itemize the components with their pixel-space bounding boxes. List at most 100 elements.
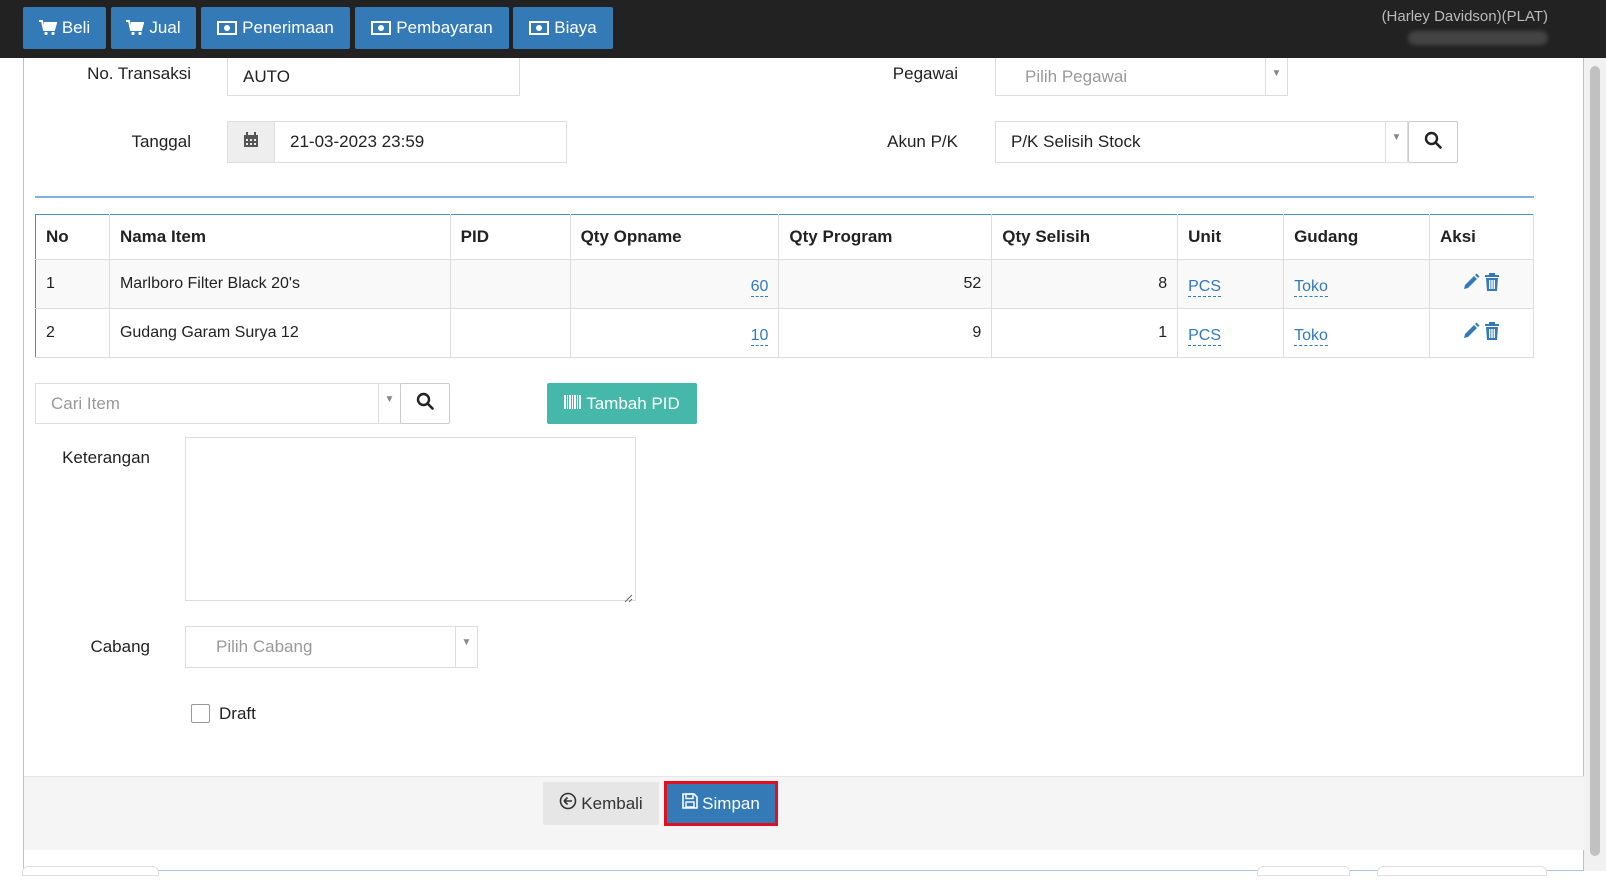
cell-gudang: Toko bbox=[1283, 308, 1430, 358]
table-header-row: No Nama Item PID Qty Opname Qty Program … bbox=[35, 214, 1535, 260]
column-header-unit: Unit bbox=[1177, 214, 1285, 260]
chevron-down-icon: ▼ bbox=[455, 627, 477, 667]
user-info[interactable]: (Harley Davidson)(PLAT) bbox=[1382, 8, 1548, 45]
draft-checkbox[interactable] bbox=[191, 704, 210, 723]
calendar-icon bbox=[243, 131, 259, 153]
blurred-email bbox=[1408, 31, 1548, 45]
akun-pk-value: P/K Selisih Stock bbox=[1011, 132, 1141, 151]
column-header-no: No bbox=[35, 214, 110, 260]
cell-qty-program: 52 bbox=[778, 259, 993, 309]
column-header-gudang: Gudang bbox=[1283, 214, 1430, 260]
tanggal-label: Tanggal bbox=[131, 132, 191, 151]
nav-button-beli[interactable]: Beli bbox=[23, 7, 106, 49]
gudang-editable[interactable]: Toko bbox=[1294, 278, 1328, 297]
delete-trash-icon[interactable] bbox=[1484, 321, 1500, 345]
money-icon bbox=[529, 21, 550, 35]
simpan-label: Simpan bbox=[702, 793, 760, 813]
chevron-down-icon: ▼ bbox=[1265, 58, 1287, 95]
cell-nama-item: Gudang Garam Surya 12 bbox=[109, 308, 451, 358]
cell-pid bbox=[450, 259, 571, 309]
simpan-button[interactable]: Simpan bbox=[664, 781, 778, 826]
no-transaksi-value: AUTO bbox=[243, 66, 290, 86]
cari-item-select[interactable]: Cari Item ▼ bbox=[35, 383, 401, 424]
cart-icon bbox=[126, 20, 145, 36]
cart-icon bbox=[38, 20, 57, 36]
nav-button-label: Pembayaran bbox=[396, 18, 493, 37]
keterangan-textarea[interactable] bbox=[185, 437, 636, 603]
top-navbar: Beli Jual Penerimaan Pembayaran Biaya (H… bbox=[0, 0, 1606, 58]
section-divider bbox=[35, 196, 1534, 198]
unit-editable[interactable]: PCS bbox=[1188, 327, 1222, 346]
edit-pencil-icon[interactable] bbox=[1462, 322, 1480, 345]
no-transaksi-label: No. Transaksi bbox=[87, 64, 191, 83]
column-header-pid: PID bbox=[450, 214, 571, 260]
cari-item-placeholder: Cari Item bbox=[51, 393, 120, 413]
akun-pk-select[interactable]: P/K Selisih Stock ▼ bbox=[995, 121, 1408, 163]
cell-no: 2 bbox=[35, 308, 110, 358]
barcode-icon bbox=[564, 394, 582, 414]
column-header-qty-opname: Qty Opname bbox=[570, 214, 780, 260]
akun-pk-label: Akun P/K bbox=[887, 132, 958, 151]
nav-button-label: Biaya bbox=[554, 18, 597, 37]
tanggal-input[interactable]: 21-03-2023 23:59 bbox=[274, 121, 567, 163]
no-transaksi-input[interactable]: AUTO bbox=[227, 58, 520, 96]
column-header-qty-program: Qty Program bbox=[778, 214, 993, 260]
company-name: (Harley Davidson)(PLAT) bbox=[1381, 8, 1548, 25]
cell-qty-opname: 60 bbox=[570, 259, 780, 309]
kembali-label: Kembali bbox=[581, 793, 643, 813]
nav-button-label: Jual bbox=[149, 18, 181, 37]
calendar-button[interactable] bbox=[227, 121, 275, 163]
pegawai-select[interactable]: Pilih Pegawai ▼ bbox=[995, 58, 1288, 96]
arrow-circle-left-icon bbox=[559, 792, 577, 815]
cell-unit: PCS bbox=[1177, 308, 1285, 358]
money-icon bbox=[217, 21, 238, 35]
cell-qty-selisih: 8 bbox=[991, 259, 1179, 309]
cabang-select[interactable]: Pilih Cabang ▼ bbox=[185, 626, 478, 668]
nav-button-label: Beli bbox=[61, 18, 91, 37]
qty-opname-editable[interactable]: 60 bbox=[750, 278, 769, 297]
bottom-tab-stub[interactable] bbox=[1377, 866, 1547, 876]
akun-search-button[interactable] bbox=[1408, 121, 1458, 163]
delete-trash-icon[interactable] bbox=[1484, 272, 1500, 296]
opname-items-table: No Nama Item PID Qty Opname Qty Program … bbox=[35, 214, 1535, 358]
qty-opname-editable[interactable]: 10 bbox=[750, 327, 769, 346]
form-footer bbox=[24, 776, 1584, 850]
cell-gudang: Toko bbox=[1283, 259, 1430, 309]
unit-editable[interactable]: PCS bbox=[1188, 278, 1222, 297]
resize-grip-icon[interactable] bbox=[623, 588, 633, 603]
gudang-editable[interactable]: Toko bbox=[1294, 327, 1328, 346]
draft-label: Draft bbox=[219, 704, 256, 723]
edit-pencil-icon[interactable] bbox=[1462, 273, 1480, 296]
chevron-down-icon: ▼ bbox=[378, 384, 400, 423]
table-row: 2 Gudang Garam Surya 12 10 9 1 PCS Toko bbox=[35, 308, 1535, 358]
column-header-aksi: Aksi bbox=[1429, 214, 1535, 260]
column-header-qty-selisih: Qty Selisih bbox=[991, 214, 1179, 260]
money-icon bbox=[371, 21, 392, 35]
search-icon bbox=[416, 392, 434, 415]
tanggal-value: 21-03-2023 23:59 bbox=[290, 132, 425, 151]
pegawai-placeholder: Pilih Pegawai bbox=[1025, 66, 1128, 86]
tambah-pid-button[interactable]: Tambah PID bbox=[547, 383, 697, 424]
cari-item-search-button[interactable] bbox=[400, 383, 450, 424]
scrollbar-thumb[interactable] bbox=[1590, 66, 1600, 856]
cell-unit: PCS bbox=[1177, 259, 1285, 309]
bottom-tab-stub[interactable] bbox=[1257, 866, 1350, 876]
pegawai-label: Pegawai bbox=[892, 64, 958, 83]
nav-button-penerimaan[interactable]: Penerimaan bbox=[201, 7, 350, 49]
cabang-placeholder: Pilih Cabang bbox=[216, 637, 313, 656]
search-icon bbox=[1424, 131, 1442, 154]
table-row: 1 Marlboro Filter Black 20's 60 52 8 PCS… bbox=[35, 259, 1535, 309]
bottom-tab-stub[interactable] bbox=[22, 866, 159, 876]
cell-qty-opname: 10 bbox=[570, 308, 780, 358]
cell-qty-selisih: 1 bbox=[991, 308, 1179, 358]
keterangan-label: Keterangan bbox=[62, 448, 150, 467]
cell-nama-item: Marlboro Filter Black 20's bbox=[109, 259, 451, 309]
nav-button-pembayaran[interactable]: Pembayaran bbox=[355, 7, 509, 49]
nav-button-jual[interactable]: Jual bbox=[111, 7, 196, 49]
nav-button-label: Penerimaan bbox=[242, 18, 334, 37]
column-header-nama-item: Nama Item bbox=[109, 214, 451, 260]
kembali-button[interactable]: Kembali bbox=[543, 782, 659, 825]
save-floppy-icon bbox=[682, 793, 698, 814]
nav-button-biaya[interactable]: Biaya bbox=[513, 7, 613, 49]
page-scrollbar[interactable] bbox=[1584, 58, 1606, 871]
